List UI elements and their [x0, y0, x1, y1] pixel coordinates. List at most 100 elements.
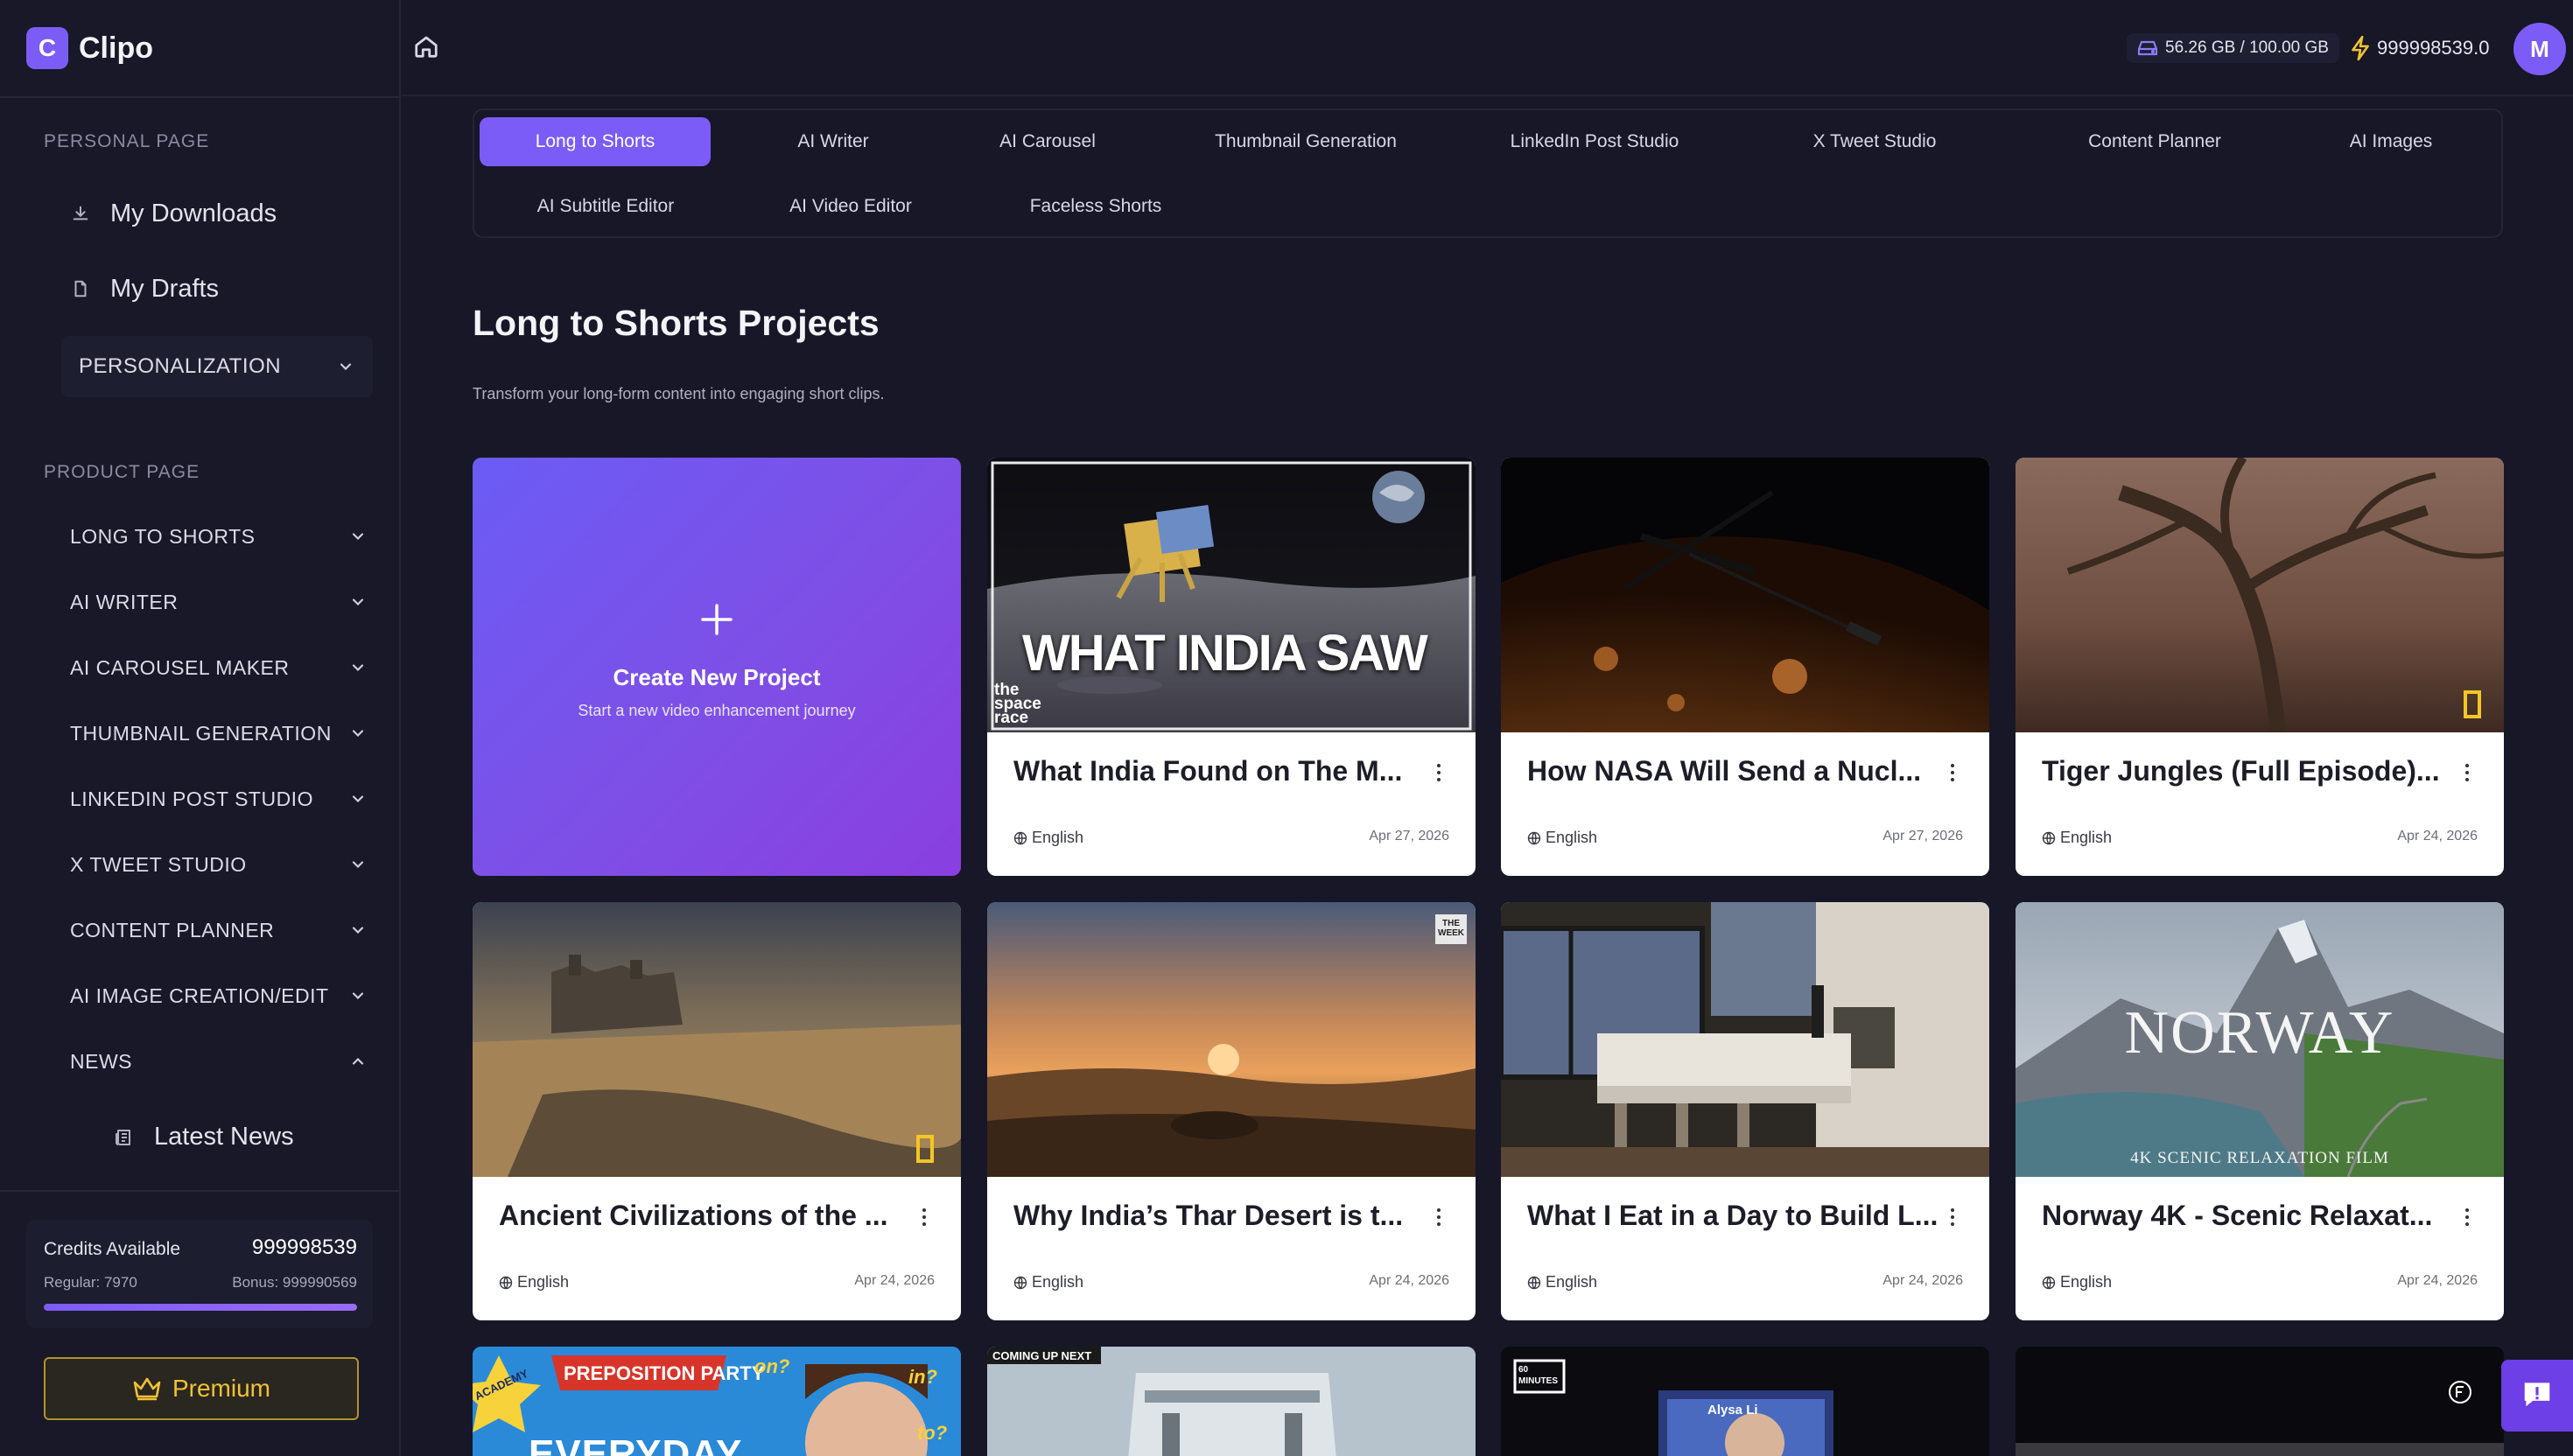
tab-ai-writer[interactable]: AI Writer [737, 117, 929, 166]
tab-ai-subtitle-editor[interactable]: AI Subtitle Editor [492, 182, 719, 231]
tab-x-tweet-studio[interactable]: X Tweet Studio [1743, 117, 2006, 166]
project-card[interactable]: WHAT INDIA SAW the space race What India… [987, 458, 1476, 876]
sidebar-item-linkedin-post-studio[interactable]: LINKEDIN POST STUDIO [70, 781, 368, 816]
globe-icon [1013, 831, 1027, 845]
create-project-card[interactable]: Create New Project Start a new video enh… [473, 458, 961, 876]
project-card[interactable]: Tiger Jungles (Full Episode)... English … [2016, 458, 2504, 876]
premium-button[interactable]: Premium [44, 1357, 359, 1420]
personalization-dropdown[interactable]: PERSONALIZATION [61, 336, 373, 397]
sidebar-item-label: X TWEET STUDIO [70, 852, 247, 876]
project-card[interactable]: What I Eat in a Day to Build L... Englis… [1501, 902, 1989, 1320]
tab-content-planner[interactable]: Content Planner [2023, 117, 2286, 166]
project-title[interactable]: What India Found on The M... [1013, 755, 1425, 788]
more-options-icon[interactable] [1434, 759, 1444, 787]
sidebar-item-drafts[interactable]: My Drafts [70, 267, 219, 311]
sidebar-item-thumbnail-generation[interactable]: THUMBNAIL GENERATION [70, 716, 368, 751]
sidebar-item-label: Latest News [154, 1122, 294, 1151]
project-title[interactable]: Norway 4K - Scenic Relaxat... [2042, 1200, 2453, 1232]
sidebar-item-latest-news[interactable]: Latest News [114, 1115, 294, 1158]
page-title: Long to Shorts Projects [473, 303, 880, 343]
sidebar-item-long-to-shorts[interactable]: LONG TO SHORTS [70, 519, 368, 554]
tab-faceless-shorts[interactable]: Faceless Shorts [982, 182, 1209, 231]
project-language: English [499, 1273, 569, 1292]
newspaper-icon [114, 1126, 135, 1147]
project-title[interactable]: Why India’s Thar Desert is t... [1013, 1200, 1425, 1232]
project-title[interactable]: How NASA Will Send a Nucl... [1527, 755, 1939, 788]
personal-page-label: PERSONAL PAGE [44, 131, 210, 151]
sidebar-item-ai-carousel-maker[interactable]: AI CAROUSEL MAKER [70, 650, 368, 685]
feedback-button[interactable] [2501, 1360, 2573, 1432]
sidebar-item-label: NEWS [70, 1049, 132, 1073]
thumbnail-title-text: WHAT INDIA SAW [1022, 625, 1428, 682]
thumbnail-text: PREPOSITION PARTY [564, 1362, 765, 1384]
sidebar-item-content-planner[interactable]: CONTENT PLANNER [70, 913, 368, 948]
project-date: Apr 24, 2026 [1369, 1273, 1449, 1288]
home-icon[interactable] [413, 33, 443, 63]
project-date: Apr 24, 2026 [854, 1273, 935, 1288]
sidebar-item-news[interactable]: NEWS [70, 1044, 368, 1079]
more-options-icon[interactable] [2462, 759, 2472, 787]
project-language: English [1527, 829, 1597, 847]
tab-linkedin-post-studio[interactable]: LinkedIn Post Studio [1455, 117, 1735, 166]
project-title[interactable]: Tiger Jungles (Full Episode)... [2042, 755, 2453, 788]
project-thumbnail [473, 902, 961, 1177]
tab-ai-images[interactable]: AI Images [2295, 117, 2487, 166]
project-card[interactable] [2016, 1347, 2504, 1456]
more-options-icon[interactable] [1947, 759, 1958, 787]
logo[interactable]: C Clipo [26, 26, 153, 70]
topbar: 56.26 GB / 100.00 GB 999998539.0 M [403, 0, 2573, 96]
more-options-icon[interactable] [2462, 1203, 2472, 1231]
tab-ai-carousel[interactable]: AI Carousel [938, 117, 1157, 166]
language-label: English [1546, 1273, 1598, 1291]
storage-text: 56.26 GB / 100.00 GB [2165, 38, 2329, 57]
sidebar-item-ai-image-creation[interactable]: AI IMAGE CREATION/EDIT [70, 978, 368, 1013]
personalization-label: PERSONALIZATION [79, 354, 282, 378]
thumbnail-badge: THE WEEK [1435, 914, 1467, 944]
project-card[interactable]: COMING UP NEXT [987, 1347, 1476, 1456]
project-title[interactable]: Ancient Civilizations of the ... [499, 1200, 910, 1232]
logo-mark: C [26, 27, 68, 69]
tool-tabs: Long to Shorts AI Writer AI Carousel Thu… [473, 108, 2503, 238]
tab-long-to-shorts[interactable]: Long to Shorts [480, 117, 711, 166]
language-label: English [517, 1273, 570, 1291]
project-date: Apr 27, 2026 [1369, 829, 1449, 844]
credits-text: 999998539.0 [2377, 37, 2490, 59]
thumbnail-text: EVERYDAY [529, 1432, 743, 1456]
sidebar: C Clipo PERSONAL PAGE My Downloads My Dr… [0, 0, 401, 1456]
credits-value: 999998539 [251, 1236, 357, 1259]
project-card[interactable]: How NASA Will Send a Nucl... English Apr… [1501, 458, 1989, 876]
thumbnail-title-text: NORWAY [2124, 999, 2395, 1067]
project-card[interactable]: ACADEMY PREPOSITION PARTY EVERYDAY on? i… [473, 1347, 961, 1456]
project-card[interactable]: NORWAY 4K SCENIC RELAXATION FILM Norway … [2016, 902, 2504, 1320]
project-date: Apr 24, 2026 [2397, 1273, 2478, 1288]
sidebar-item-x-tweet-studio[interactable]: X TWEET STUDIO [70, 847, 368, 882]
project-title[interactable]: What I Eat in a Day to Build L... [1527, 1200, 1939, 1232]
credits-panel: Credits Available 999998539 Regular: 797… [26, 1220, 373, 1328]
sidebar-item-ai-writer[interactable]: AI WRITER [70, 584, 368, 620]
product-page-label: PRODUCT PAGE [44, 462, 200, 482]
more-options-icon[interactable] [919, 1203, 929, 1231]
language-label: English [2060, 829, 2113, 846]
credits-label: Credits Available [44, 1239, 181, 1259]
more-options-icon[interactable] [1947, 1203, 1958, 1231]
thumbnail-text: 60 MINUTES [1518, 1365, 1558, 1386]
storage-indicator[interactable]: 56.26 GB / 100.00 GB [2127, 33, 2339, 63]
sidebar-divider [0, 1190, 401, 1192]
more-options-icon[interactable] [1434, 1203, 1444, 1231]
project-card[interactable]: 60 MINUTES Alysa Li [1501, 1347, 1989, 1456]
project-card[interactable]: Ancient Civilizations of the ... English… [473, 902, 961, 1320]
tab-thumbnail-generation[interactable]: Thumbnail Generation [1174, 117, 1437, 166]
project-language: English [1013, 1273, 1083, 1292]
hard-drive-icon [2137, 40, 2158, 56]
project-thumbnail [1501, 902, 1989, 1177]
avatar[interactable]: M [2513, 23, 2566, 75]
sidebar-item-label: My Downloads [110, 199, 277, 228]
project-date: Apr 27, 2026 [1882, 829, 1963, 844]
sidebar-item-downloads[interactable]: My Downloads [70, 192, 277, 235]
chevron-down-icon [348, 789, 368, 808]
credits-indicator[interactable]: 999998539.0 [2349, 33, 2489, 63]
tab-ai-video-editor[interactable]: AI Video Editor [746, 182, 956, 231]
project-language: English [2042, 1273, 2112, 1292]
thumbnail-text: Alysa Li [1707, 1403, 1758, 1418]
project-card[interactable]: THE WEEK Why India’s Thar Desert is t...… [987, 902, 1476, 1320]
